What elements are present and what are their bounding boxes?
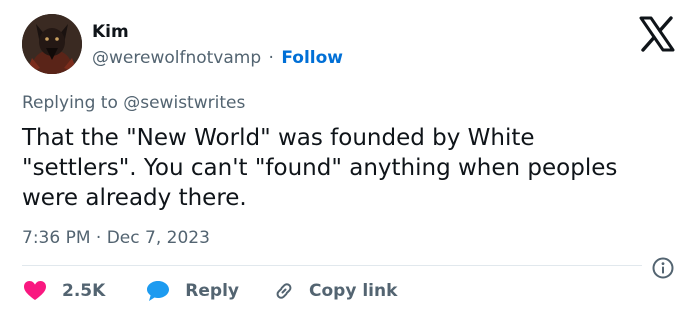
tweet-timestamp[interactable]: 7:36 PM · Dec 7, 2023 (22, 228, 210, 248)
handle-row: @werewolfnotvamp · Follow (92, 48, 343, 68)
copy-link-button[interactable]: Copy link (271, 278, 397, 304)
reply-button[interactable]: Reply (145, 278, 239, 304)
tweet-card: Kim @werewolfnotvamp · Follow Replying t… (0, 0, 700, 318)
reply-label: Reply (185, 281, 239, 301)
info-icon[interactable] (651, 256, 675, 280)
author-name[interactable]: Kim (92, 22, 129, 42)
divider (22, 265, 642, 266)
speech-bubble-icon (145, 278, 171, 304)
author-handle[interactable]: @werewolfnotvamp (92, 48, 261, 68)
like-count: 2.5K (62, 281, 106, 301)
follow-button[interactable]: Follow (281, 48, 343, 68)
tweet-text: That the "New World" was founded by Whit… (22, 125, 618, 211)
avatar[interactable] (22, 14, 82, 74)
link-icon (271, 278, 297, 304)
like-button[interactable]: 2.5K (22, 278, 105, 304)
heart-icon (22, 278, 48, 304)
avatar-image (22, 14, 82, 74)
copy-link-label: Copy link (309, 281, 398, 301)
x-logo-icon[interactable] (637, 14, 677, 54)
replying-to[interactable]: Replying to @sewistwrites (22, 93, 245, 113)
action-bar: 2.5K Reply Copy link (22, 278, 397, 304)
separator-dot: · (268, 48, 274, 68)
